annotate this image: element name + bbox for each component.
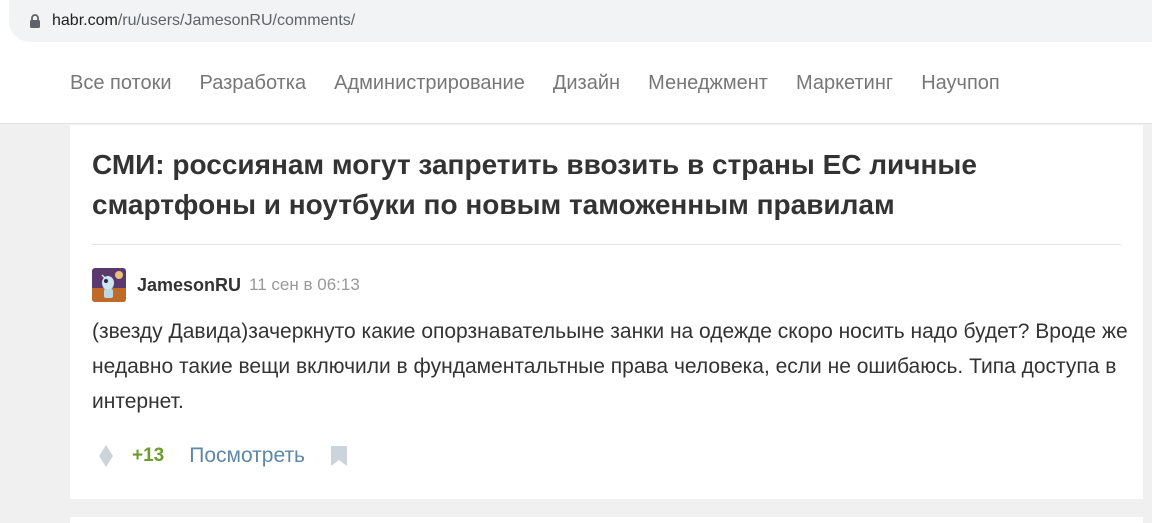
- url-omnibox[interactable]: habr.com/ru/users/JamesonRU/comments/: [9, 0, 1152, 42]
- vote-diamond-icon[interactable]: [96, 444, 116, 468]
- comment-author[interactable]: JamesonRU: [137, 275, 241, 296]
- avatar[interactable]: [92, 268, 126, 302]
- view-comment-link[interactable]: Посмотреть: [189, 444, 305, 468]
- comment-card: СМИ: россиянам могут запретить ввозить в…: [70, 125, 1143, 499]
- nav-item-marketing[interactable]: Маркетинг: [796, 72, 893, 95]
- comment-meta: JamesonRU 11 сен в 06:13: [92, 268, 360, 302]
- nav-item-popsci[interactable]: Научпоп: [921, 72, 1000, 95]
- url-text[interactable]: habr.com/ru/users/JamesonRU/comments/: [52, 12, 355, 30]
- nav-item-all-flows[interactable]: Все потоки: [70, 72, 172, 95]
- comment-body: (звезду Давида)зачеркнуто какие опорзнав…: [92, 320, 1128, 413]
- nav-item-administration[interactable]: Администрирование: [334, 72, 525, 95]
- divider: [92, 244, 1121, 245]
- flows-list: Все потоки Разработка Администрирование …: [70, 72, 1028, 95]
- comment-actions: +13 Посмотреть: [96, 441, 348, 471]
- article-title-link[interactable]: СМИ: россиянам могут запретить ввозить в…: [92, 145, 1092, 225]
- flows-navigation: Все потоки Разработка Администрирование …: [0, 46, 1152, 124]
- nav-item-development[interactable]: Разработка: [200, 72, 307, 95]
- comment-score: +13: [132, 445, 165, 466]
- next-comment-card: [70, 517, 1143, 523]
- url-path: /ru/users/JamesonRU/comments/: [117, 12, 356, 29]
- nav-item-management[interactable]: Менеджмент: [648, 72, 768, 95]
- nav-item-design[interactable]: Дизайн: [553, 72, 620, 95]
- lock-icon[interactable]: [28, 13, 42, 29]
- comment-time[interactable]: 11 сен в 06:13: [249, 275, 360, 295]
- url-host: habr.com: [52, 12, 118, 29]
- browser-address-bar: habr.com/ru/users/JamesonRU/comments/: [0, 0, 1152, 46]
- bookmark-icon[interactable]: [330, 444, 348, 468]
